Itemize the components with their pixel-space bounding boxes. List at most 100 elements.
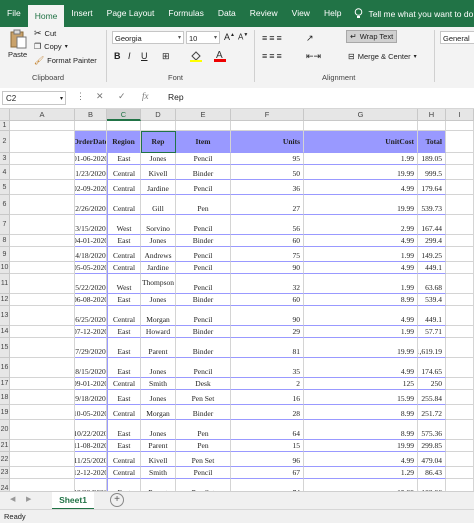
cell[interactable]: 167.44	[418, 215, 446, 235]
orientation-button[interactable]: ↗	[306, 33, 314, 44]
paste-button[interactable]: Paste	[8, 29, 27, 59]
cell[interactable]: Pencil	[176, 358, 231, 378]
cell[interactable]: Gill	[141, 195, 176, 215]
cell[interactable]: East	[107, 358, 141, 378]
cell[interactable]: Binder	[176, 405, 231, 420]
cell[interactable]: 96	[231, 452, 304, 467]
fill-color-button[interactable]	[190, 50, 202, 62]
row-header[interactable]: 9	[0, 247, 10, 262]
cell[interactable]: 299.4	[418, 235, 446, 247]
cell[interactable]	[10, 247, 75, 262]
cell[interactable]: Jardine	[141, 262, 176, 274]
cell[interactable]: Central	[107, 405, 141, 420]
cell[interactable]	[304, 121, 418, 131]
row-header[interactable]: 18	[0, 390, 10, 405]
cell[interactable]	[446, 121, 474, 131]
cell[interactable]: 9/18/2020	[75, 390, 107, 405]
cell[interactable]: 6/25/2020	[75, 306, 107, 326]
cell[interactable]: 1.99	[304, 153, 418, 165]
cell[interactable]: 5/22/2020	[75, 274, 107, 294]
cell[interactable]: Pencil	[176, 262, 231, 274]
cell[interactable]	[107, 121, 141, 131]
row-header[interactable]: 20	[0, 420, 10, 440]
table-header[interactable]: Rep	[141, 131, 176, 153]
column-header-e[interactable]: E	[176, 109, 231, 121]
cell[interactable]: 74	[231, 479, 304, 491]
cell[interactable]: Pen	[176, 420, 231, 440]
cell[interactable]	[446, 358, 474, 378]
cell[interactable]: 8.99	[304, 405, 418, 420]
name-box[interactable]: C2 ▾	[2, 91, 66, 105]
cell[interactable]: 04-01-2020	[75, 235, 107, 247]
row-header[interactable]: 10	[0, 262, 10, 274]
tab-insert[interactable]: Insert	[64, 0, 99, 27]
cell[interactable]: Binder	[176, 235, 231, 247]
row-header[interactable]: 6	[0, 195, 10, 215]
cell[interactable]	[446, 467, 474, 479]
column-header-g[interactable]: G	[304, 109, 418, 121]
cell[interactable]	[231, 121, 304, 131]
cell[interactable]	[10, 440, 75, 452]
cell[interactable]: 95	[231, 153, 304, 165]
cell[interactable]: Kivell	[141, 165, 176, 180]
cell[interactable]	[10, 165, 75, 180]
column-header-c[interactable]: C	[107, 109, 141, 121]
cell[interactable]: 4.99	[304, 262, 418, 274]
row-header[interactable]: 2	[0, 131, 10, 153]
cell[interactable]	[10, 294, 75, 306]
column-header-f[interactable]: F	[231, 109, 304, 121]
spreadsheet-grid[interactable]: A B C D E F G H I 1 2 OrderDate Region Rep Item Units Un…	[0, 109, 474, 491]
row-header[interactable]: 12	[0, 294, 10, 306]
cell[interactable]: Jardine	[141, 180, 176, 195]
add-sheet-icon[interactable]: +	[110, 493, 124, 507]
cell[interactable]	[10, 390, 75, 405]
cell[interactable]	[446, 420, 474, 440]
cell[interactable]: Pencil	[176, 153, 231, 165]
cell[interactable]	[10, 338, 75, 358]
cell[interactable]: 1/23/2020	[75, 165, 107, 180]
cell[interactable]: 86.43	[418, 467, 446, 479]
cell[interactable]: 179.64	[418, 180, 446, 195]
tab-data[interactable]: Data	[211, 0, 243, 27]
cell[interactable]	[10, 274, 75, 294]
cell[interactable]: 174.65	[418, 358, 446, 378]
cell[interactable]: East	[107, 479, 141, 491]
cell[interactable]: 449.1	[418, 306, 446, 326]
cell[interactable]	[10, 153, 75, 165]
cell[interactable]: Central	[107, 262, 141, 274]
cell[interactable]: 29	[231, 326, 304, 338]
cell[interactable]: Central	[107, 247, 141, 262]
indent-buttons[interactable]: ⇤⇥	[306, 51, 321, 62]
cell[interactable]: 4.99	[304, 180, 418, 195]
cell[interactable]	[10, 306, 75, 326]
cell[interactable]: 07-12-2020	[75, 326, 107, 338]
cell[interactable]: 2	[231, 378, 304, 390]
cell[interactable]	[10, 467, 75, 479]
cell[interactable]: 1.99	[304, 247, 418, 262]
cell[interactable]	[10, 420, 75, 440]
cell[interactable]: 8.99	[304, 294, 418, 306]
horizontal-align-buttons[interactable]: ≡≡≡	[262, 51, 284, 61]
cell[interactable]	[446, 262, 474, 274]
cell[interactable]	[446, 479, 474, 491]
cell[interactable]	[446, 131, 474, 153]
cell[interactable]: Morgan	[141, 306, 176, 326]
copy-button[interactable]: ❐ Copy ▾	[34, 42, 68, 51]
table-header[interactable]: UnitCost	[304, 131, 418, 153]
cell[interactable]	[446, 274, 474, 294]
cell[interactable]: 4/18/2020	[75, 247, 107, 262]
row-header[interactable]: 14	[0, 326, 10, 338]
cell[interactable]: Pencil	[176, 180, 231, 195]
increase-font-button[interactable]: A▲	[224, 32, 235, 42]
row-header[interactable]: 22	[0, 452, 10, 467]
column-header-d[interactable]: D	[141, 109, 176, 121]
cell[interactable]	[141, 121, 176, 131]
cell[interactable]: 11/25/2020	[75, 452, 107, 467]
row-header[interactable]: 1	[0, 121, 10, 131]
cell[interactable]: Pen	[176, 440, 231, 452]
row-header[interactable]: 23	[0, 467, 10, 479]
cell[interactable]: Central	[107, 378, 141, 390]
cell[interactable]: 12-12-2020	[75, 467, 107, 479]
cut-button[interactable]: ✂ Cut	[34, 28, 56, 39]
cell[interactable]: 15	[231, 440, 304, 452]
